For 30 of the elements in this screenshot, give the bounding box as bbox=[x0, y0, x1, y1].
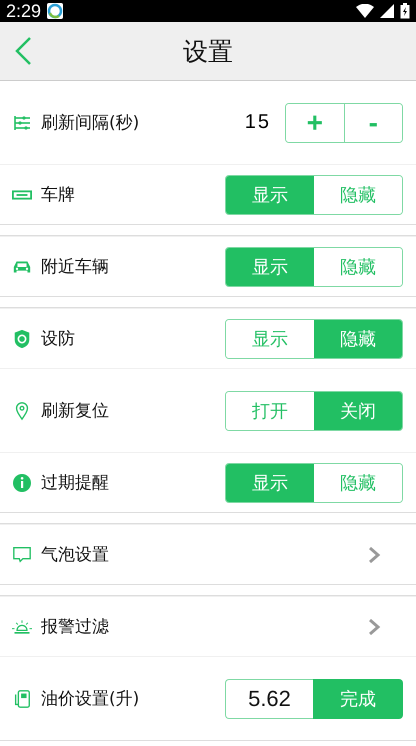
chevron-right-icon[interactable] bbox=[367, 618, 381, 636]
setting-label: 附近车辆 bbox=[41, 256, 110, 278]
price-input[interactable]: 5.62 bbox=[225, 678, 313, 718]
wifi-icon bbox=[356, 4, 374, 18]
shield-icon bbox=[12, 328, 32, 348]
segment-option[interactable]: 关闭 bbox=[314, 392, 402, 430]
setting-label: 报警过滤 bbox=[41, 616, 110, 638]
app-icon bbox=[47, 3, 64, 19]
status-time: 2:29 bbox=[6, 0, 42, 22]
battery-icon bbox=[400, 3, 410, 19]
speech-bubble-icon bbox=[12, 544, 32, 564]
chevron-right-icon[interactable] bbox=[367, 546, 381, 564]
setting-label: 气泡设置 bbox=[41, 544, 110, 566]
segment-option[interactable]: 显示 bbox=[226, 464, 314, 502]
stepper-button[interactable]: - bbox=[344, 104, 402, 142]
page-title: 设置 bbox=[183, 36, 233, 68]
interval-value: 15 bbox=[244, 111, 271, 134]
signal-icon bbox=[380, 4, 394, 18]
info-icon bbox=[12, 472, 32, 492]
setting-label: 过期提醒 bbox=[41, 472, 110, 494]
setting-label: 油价设置(升) bbox=[41, 688, 140, 710]
segment-option[interactable]: 隐藏 bbox=[314, 320, 402, 358]
setting-label: 设防 bbox=[41, 328, 76, 350]
fuel-pump-icon bbox=[12, 688, 32, 708]
setting-label: 车牌 bbox=[41, 184, 76, 206]
done-button[interactable]: 完成 bbox=[313, 678, 403, 718]
segment-option[interactable]: 显示 bbox=[226, 176, 314, 214]
setting-label: 刷新间隔(秒) bbox=[41, 112, 140, 134]
segment-option[interactable]: 显示 bbox=[226, 248, 314, 286]
setting-label: 刷新复位 bbox=[41, 400, 110, 422]
